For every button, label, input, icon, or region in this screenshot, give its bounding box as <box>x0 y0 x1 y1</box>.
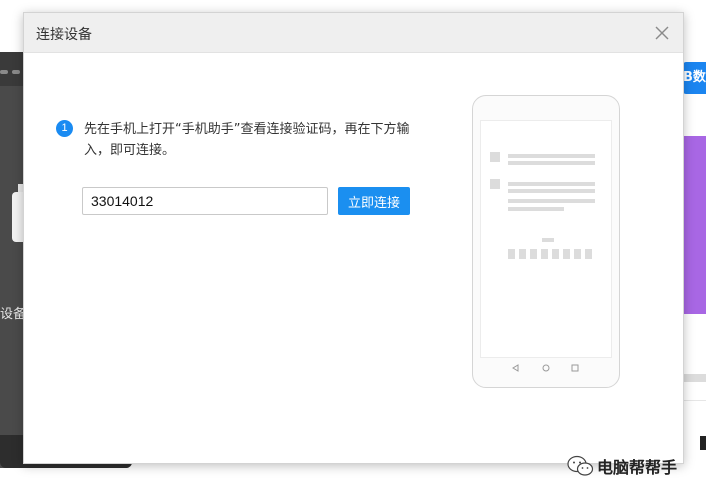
bg-right-mark <box>700 436 706 450</box>
connect-device-dialog: 连接设备 1 先在手机上打开“手机助手”查看连接验证码，再在下方输入，即可连接。… <box>23 12 684 464</box>
verification-code-input[interactable] <box>82 187 328 215</box>
dialog-title: 连接设备 <box>36 27 92 43</box>
watermark-text: 电脑帮帮手 <box>597 458 678 477</box>
ph-placeholder-square <box>490 152 500 162</box>
ph-placeholder-square <box>490 179 500 189</box>
ph-placeholder-dash <box>542 238 554 242</box>
bg-window-controls <box>0 70 22 74</box>
ph-placeholder-line <box>508 161 595 165</box>
bg-left-label: 设备 <box>0 307 24 321</box>
home-circle-icon <box>541 362 551 372</box>
step-number-badge: 1 <box>56 120 73 137</box>
phone-screen <box>480 120 612 358</box>
ph-placeholder-line <box>508 207 564 211</box>
dialog-header: 连接设备 <box>24 13 683 53</box>
ph-placeholder-line <box>508 154 595 158</box>
instruction-text: 先在手机上打开“手机助手”查看连接验证码，再在下方输入，即可连接。 <box>84 122 410 158</box>
bg-right-scrollbar <box>683 374 706 382</box>
ph-placeholder-line <box>508 199 595 203</box>
back-triangle-icon <box>511 362 521 372</box>
wechat-icon <box>566 455 594 477</box>
bg-left-topbar <box>0 52 24 86</box>
bg-right-banner <box>683 136 706 314</box>
bg-right-divider <box>683 400 706 401</box>
phone-illustration <box>472 95 620 388</box>
watermark: 电脑帮帮手 <box>566 452 702 478</box>
ph-placeholder-line <box>508 182 595 186</box>
close-icon[interactable] <box>653 24 671 42</box>
ph-placeholder-line <box>508 189 595 193</box>
connect-now-button[interactable]: 立即连接 <box>338 187 410 215</box>
bg-right-button[interactable]: B数 <box>683 62 706 94</box>
recent-square-icon <box>570 362 580 372</box>
